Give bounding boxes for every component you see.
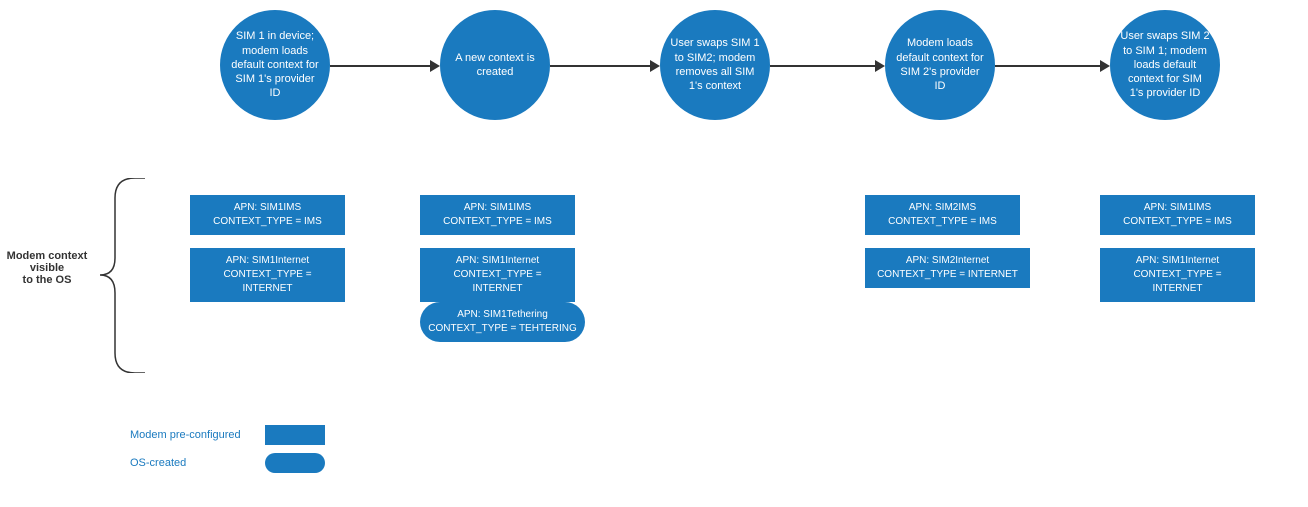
circle-c5: User swaps SIM 2 to SIM 1; modem loads d… — [1110, 10, 1220, 120]
arrow-a2 — [550, 65, 652, 67]
context-box-b4_2: APN: SIM2InternetCONTEXT_TYPE = INTERNET — [865, 248, 1030, 288]
box-line2-b4_2: CONTEXT_TYPE = INTERNET — [873, 268, 1022, 282]
legend-pill-os-created — [265, 453, 325, 473]
box-line1-b5_2: APN: SIM1Internet — [1108, 254, 1247, 268]
box-line1-b1_2: APN: SIM1Internet — [198, 254, 337, 268]
context-box-b5_1: APN: SIM1IMSCONTEXT_TYPE = IMS — [1100, 195, 1255, 235]
circle-c1: SIM 1 in device; modem loads default con… — [220, 10, 330, 120]
box-line2-b2_3: CONTEXT_TYPE = TEHTERING — [428, 322, 577, 336]
arrow-a3 — [770, 65, 877, 67]
brace-svg — [95, 178, 155, 373]
diagram-container: Modem context visibleto the OS Modem pre… — [0, 0, 1308, 507]
context-box-b2_3: APN: SIM1TetheringCONTEXT_TYPE = TEHTERI… — [420, 302, 585, 342]
context-box-b1_1: APN: SIM1IMSCONTEXT_TYPE = IMS — [190, 195, 345, 235]
context-box-b1_2: APN: SIM1InternetCONTEXT_TYPE = INTERNET — [190, 248, 345, 302]
box-line2-b5_1: CONTEXT_TYPE = IMS — [1108, 215, 1247, 229]
legend: Modem pre-configured OS-created — [130, 425, 325, 481]
arrow-a1 — [330, 65, 432, 67]
circle-c3: User swaps SIM 1 to SIM2; modem removes … — [660, 10, 770, 120]
context-box-b5_2: APN: SIM1InternetCONTEXT_TYPE = INTERNET — [1100, 248, 1255, 302]
legend-rect-preconfigured — [265, 425, 325, 445]
context-box-b2_2: APN: SIM1InternetCONTEXT_TYPE = INTERNET — [420, 248, 575, 302]
box-line2-b1_1: CONTEXT_TYPE = IMS — [198, 215, 337, 229]
box-line2-b5_2: CONTEXT_TYPE = INTERNET — [1108, 268, 1247, 296]
circle-c2: A new context is created — [440, 10, 550, 120]
box-line1-b2_2: APN: SIM1Internet — [428, 254, 567, 268]
box-line2-b2_2: CONTEXT_TYPE = INTERNET — [428, 268, 567, 296]
box-line1-b4_1: APN: SIM2IMS — [873, 201, 1012, 215]
legend-item-os-created: OS-created — [130, 453, 325, 473]
legend-item-preconfigured: Modem pre-configured — [130, 425, 325, 445]
context-box-b2_1: APN: SIM1IMSCONTEXT_TYPE = IMS — [420, 195, 575, 235]
context-box-b4_1: APN: SIM2IMSCONTEXT_TYPE = IMS — [865, 195, 1020, 235]
box-line1-b1_1: APN: SIM1IMS — [198, 201, 337, 215]
circle-c4: Modem loads default context for SIM 2's … — [885, 10, 995, 120]
arrow-a4 — [995, 65, 1102, 67]
box-line1-b4_2: APN: SIM2Internet — [873, 254, 1022, 268]
legend-label-preconfigured: Modem pre-configured — [130, 429, 260, 441]
box-line1-b2_3: APN: SIM1Tethering — [428, 308, 577, 322]
box-line1-b5_1: APN: SIM1IMS — [1108, 201, 1247, 215]
box-line2-b2_1: CONTEXT_TYPE = IMS — [428, 215, 567, 229]
box-line1-b2_1: APN: SIM1IMS — [428, 201, 567, 215]
box-line2-b1_2: CONTEXT_TYPE = INTERNET — [198, 268, 337, 296]
box-line2-b4_1: CONTEXT_TYPE = IMS — [873, 215, 1012, 229]
legend-label-os-created: OS-created — [130, 457, 260, 469]
brace-label: Modem context visibleto the OS — [2, 250, 92, 286]
